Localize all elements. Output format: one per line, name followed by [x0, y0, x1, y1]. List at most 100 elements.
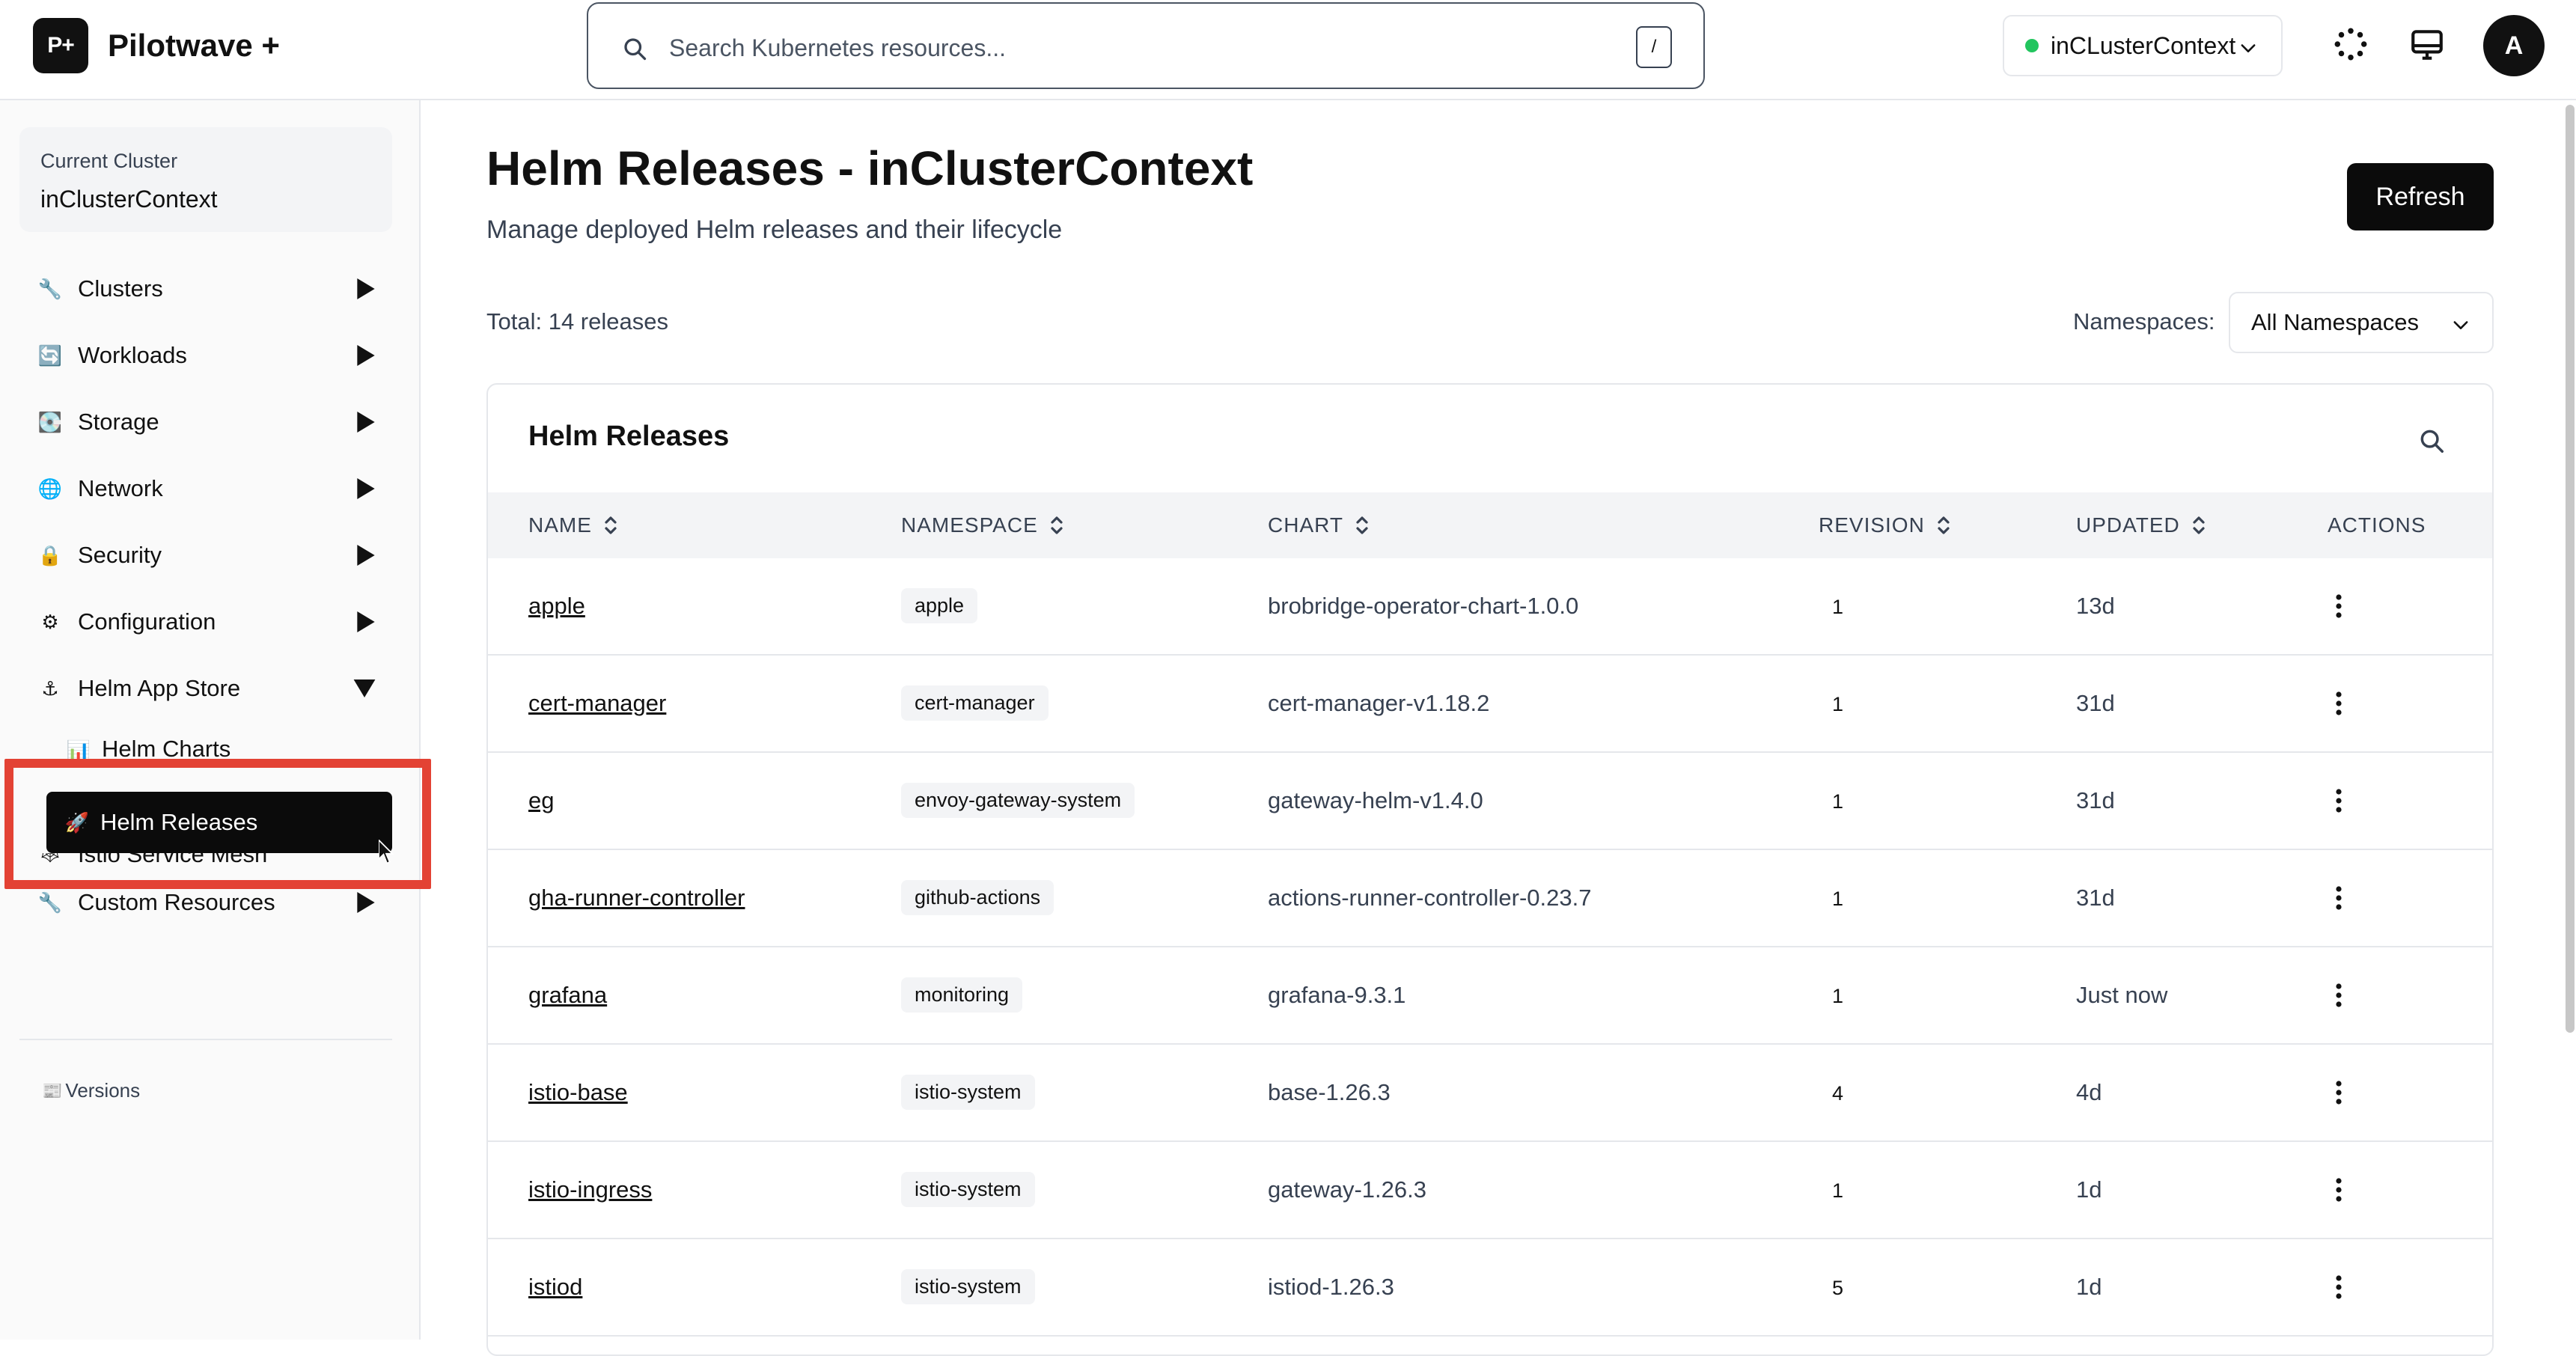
table-row[interactable]: apple apple brobridge-operator-chart-1.0.0…	[488, 558, 2492, 656]
more-vertical-icon[interactable]	[2328, 787, 2350, 814]
page-scrollbar[interactable]	[2566, 105, 2575, 1033]
release-name-link[interactable]: gha-runner-controller	[528, 885, 745, 911]
updated-cell: 1d	[2076, 1176, 2102, 1203]
table-row[interactable]: eg envoy-gateway-system gateway-helm-v1.4.…	[488, 753, 2492, 850]
table-row[interactable]: istiod istio-system istiod-1.26.3 5 1d	[488, 1239, 2492, 1337]
sidebar-item-workloads[interactable]: 🔄 Workloads	[37, 333, 382, 378]
release-name-link[interactable]: grafana	[528, 982, 607, 1009]
namespace-badge: monitoring	[901, 977, 1023, 1013]
sidebar-item-label: Network	[78, 475, 163, 501]
sidebar-item-istio-service-mesh[interactable]: 🕸 Istio Service Mesh	[37, 853, 382, 873]
release-name-link[interactable]: apple	[528, 593, 585, 620]
table-row[interactable]: istio-ingress istio-system gateway-1.26.3 1…	[488, 1142, 2492, 1239]
sidebar-item-label: Helm App Store	[78, 675, 241, 701]
sidebar-subitem-helm-charts[interactable]: 📊 Helm Charts	[66, 733, 380, 763]
release-name-link[interactable]: cert-manager	[528, 690, 666, 717]
triangle-right-icon	[357, 278, 375, 299]
triangle-right-icon	[357, 345, 375, 366]
column-header-label: UPDATED	[2076, 513, 2180, 537]
mesh-icon: 🕸	[37, 853, 63, 864]
lock-icon: 🔒	[37, 543, 63, 566]
table-row[interactable]: grafana monitoring grafana-9.3.1 1 Just now	[488, 947, 2492, 1045]
versions-link[interactable]: 📰 Versions	[42, 1079, 140, 1102]
namespace-badge: cert-manager	[901, 685, 1049, 721]
column-header-updated[interactable]: UPDATED	[2076, 513, 2207, 537]
rocket-icon: 🚀	[64, 810, 90, 834]
loader-icon[interactable]	[2332, 25, 2369, 63]
column-header-revision[interactable]: REVISION	[1819, 513, 1952, 537]
versions-label: Versions	[65, 1079, 141, 1102]
column-header-label: NAME	[528, 513, 592, 537]
chevron-down-icon	[2453, 321, 2468, 329]
chevron-down-icon	[2241, 44, 2256, 52]
card-title: Helm Releases	[528, 421, 730, 452]
sidebar-item-network[interactable]: 🌐 Network	[37, 466, 382, 511]
column-header-name[interactable]: NAME	[528, 513, 619, 537]
release-name-link[interactable]: istio-base	[528, 1079, 628, 1106]
user-avatar[interactable]: A	[2483, 15, 2545, 76]
brand[interactable]: P+ Pilotwave +	[33, 18, 280, 73]
more-vertical-icon[interactable]	[2328, 1274, 2350, 1301]
search-icon[interactable]	[2417, 427, 2446, 455]
more-vertical-icon[interactable]	[2328, 885, 2350, 911]
monitor-icon[interactable]	[2408, 25, 2446, 63]
sidebar-subitem-helm-releases[interactable]: 🚀 Helm Releases	[46, 792, 392, 853]
sidebar: Current Cluster inClusterContext 🔧 Clust…	[0, 100, 431, 1340]
sidebar-item-custom-resources[interactable]: 🔧 Custom Resources	[37, 880, 382, 925]
newspaper-icon: 📰	[42, 1081, 63, 1100]
table-row[interactable]: gha-runner-controller github-actions actio…	[488, 850, 2492, 947]
sidebar-item-label: Custom Resources	[78, 889, 275, 915]
more-vertical-icon[interactable]	[2328, 593, 2350, 620]
chart-cell: gateway-1.26.3	[1268, 1176, 1426, 1203]
updated-cell: 1d	[2076, 1274, 2102, 1300]
refresh-cycle-icon: 🔄	[37, 343, 63, 367]
app-name: Pilotwave +	[108, 28, 280, 63]
column-header-namespace[interactable]: NAMESPACE	[901, 513, 1065, 537]
revision-cell: 1	[1832, 596, 1844, 618]
chart-cell: brobridge-operator-chart-1.0.0	[1268, 593, 1579, 619]
sidebar-item-label: Helm Releases	[100, 809, 258, 835]
release-name-link[interactable]: istio-ingress	[528, 1176, 652, 1203]
revision-cell: 1	[1832, 888, 1844, 910]
sort-icon	[1051, 516, 1063, 534]
more-vertical-icon[interactable]	[2328, 690, 2350, 717]
column-header-chart[interactable]: CHART	[1268, 513, 1370, 537]
chart-cell: actions-runner-controller-0.23.7	[1268, 885, 1592, 911]
triangle-right-icon	[357, 611, 375, 632]
table-row[interactable]: istio-base istio-system base-1.26.3 4 4d	[488, 1045, 2492, 1142]
more-vertical-icon[interactable]	[2328, 982, 2350, 1009]
namespaces-select[interactable]: All Namespaces	[2229, 292, 2494, 353]
top-header: P+ Pilotwave + / inCLusterContext A	[0, 0, 2576, 100]
disk-icon: 💽	[37, 410, 63, 433]
global-search[interactable]: /	[587, 2, 1705, 89]
chart-cell: istiod-1.26.3	[1268, 1274, 1394, 1300]
sidebar-item-helm-app-store[interactable]: ⚓ Helm App Store	[37, 666, 382, 711]
sort-icon	[1356, 516, 1368, 534]
release-name-link[interactable]: istiod	[528, 1274, 582, 1301]
context-select[interactable]: inCLusterContext	[2003, 15, 2283, 76]
sidebar-item-security[interactable]: 🔒 Security	[37, 533, 382, 578]
sidebar-item-label: Security	[78, 542, 162, 568]
bar-chart-icon: 📊	[66, 739, 91, 762]
total-releases-count: Total: 14 releases	[486, 308, 668, 335]
revision-cell: 4	[1832, 1082, 1844, 1105]
sidebar-item-label: Storage	[78, 409, 159, 435]
release-name-link[interactable]: eg	[528, 787, 554, 814]
column-header-actions: ACTIONS	[2328, 513, 2426, 537]
sidebar-item-configuration[interactable]: ⚙ Configuration	[37, 599, 382, 644]
more-vertical-icon[interactable]	[2328, 1176, 2350, 1203]
current-cluster-label: Current Cluster	[40, 150, 178, 172]
updated-cell: 31d	[2076, 885, 2115, 911]
search-input[interactable]	[669, 26, 1605, 70]
refresh-button[interactable]: Refresh	[2347, 163, 2494, 230]
search-icon	[624, 38, 647, 61]
revision-cell: 1	[1832, 1179, 1844, 1202]
sidebar-item-clusters[interactable]: 🔧 Clusters	[37, 266, 382, 311]
wrench-icon: 🔧	[37, 277, 63, 300]
main-content: Helm Releases - inClusterContext Manage …	[422, 100, 2551, 1356]
globe-icon: 🌐	[37, 477, 63, 500]
more-vertical-icon[interactable]	[2328, 1079, 2350, 1106]
table-row[interactable]: cert-manager cert-manager cert-manager-v1.…	[488, 656, 2492, 753]
sidebar-item-storage[interactable]: 💽 Storage	[37, 400, 382, 445]
namespace-badge: istio-system	[901, 1172, 1035, 1207]
